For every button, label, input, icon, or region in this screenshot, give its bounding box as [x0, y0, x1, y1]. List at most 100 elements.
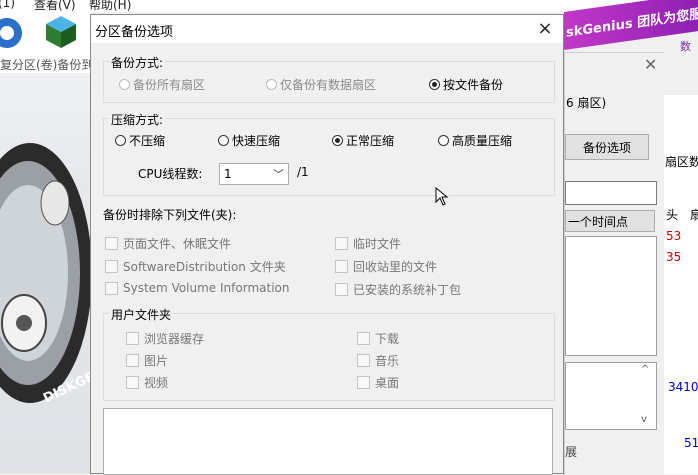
radio-no-compression[interactable]: 不压缩	[115, 132, 165, 149]
table-cell: 53	[666, 229, 682, 243]
radio-dot	[438, 135, 449, 146]
radio-label: 快速压缩	[232, 134, 281, 148]
checkbox-temp-files[interactable]: 临时文件	[335, 235, 401, 252]
checkbox-label: 音乐	[375, 354, 400, 368]
checkbox-label: 图片	[144, 354, 169, 368]
checkbox-label: SoftwareDistribution 文件夹	[123, 260, 286, 274]
checkbox-box	[357, 376, 370, 389]
radio-label: 高质量压缩	[452, 134, 513, 148]
disk-graphic-panel: DISKGENIUS	[0, 73, 129, 474]
checkbox-label: 视频	[144, 376, 169, 390]
radio-backup-all-sectors[interactable]: 备份所有扇区	[119, 76, 205, 93]
checkbox-box	[126, 354, 139, 367]
compression-group	[103, 118, 555, 196]
menu-item-help[interactable]: 帮助(H)	[89, 0, 131, 13]
cpu-threads-max: /1	[297, 165, 309, 179]
checkbox-software-distribution[interactable]: SoftwareDistribution 文件夹	[105, 258, 286, 275]
radio-dot	[115, 135, 126, 146]
checkbox-videos[interactable]: 视频	[126, 374, 168, 391]
checkbox-label: System Volume Information	[123, 281, 290, 295]
dialog-title: 分区备份选项	[95, 25, 174, 40]
backup-icon[interactable]	[44, 14, 78, 50]
checkbox-label: 临时文件	[353, 237, 402, 251]
checkbox-label: 桌面	[375, 376, 400, 390]
radio-label: 仅备份有数据扇区	[280, 78, 377, 92]
scroll-up-icon[interactable]: ^	[641, 364, 649, 375]
checkbox-label: 回收站里的文件	[353, 260, 438, 274]
cpu-threads-label: CPU线程数:	[138, 167, 203, 181]
checkbox-box	[105, 260, 118, 273]
checkbox-box	[105, 237, 118, 250]
radio-label: 按文件备份	[443, 78, 504, 92]
custom-exclude-textarea[interactable]	[103, 408, 553, 475]
radio-high-compression[interactable]: 高质量压缩	[438, 132, 512, 149]
checkbox-downloads[interactable]: 下载	[357, 330, 399, 347]
radio-dot	[119, 79, 130, 90]
radio-dot	[218, 135, 229, 146]
hard-disk-illustration	[0, 143, 90, 403]
radio-label: 正常压缩	[346, 134, 395, 148]
checkbox-box	[357, 354, 370, 367]
checkbox-label: 页面文件、休眠文件	[123, 237, 232, 251]
radio-label: 备份所有扇区	[133, 78, 206, 92]
checkbox-page-hibernate-files[interactable]: 页面文件、休眠文件	[105, 235, 231, 252]
radio-dot-selected	[332, 135, 343, 146]
radio-dot-selected	[429, 79, 440, 90]
radio-backup-by-file[interactable]: 按文件备份	[429, 76, 503, 93]
checkbox-recycle-bin[interactable]: 回收站里的文件	[335, 258, 437, 275]
checkbox-music[interactable]: 音乐	[357, 352, 399, 369]
radio-dot	[266, 79, 277, 90]
backup-options-button-label: 备份选项	[582, 140, 631, 155]
checkbox-system-volume-information[interactable]: System Volume Information	[105, 281, 289, 295]
sector-count-header: 扇区数	[665, 155, 698, 169]
checkbox-box	[335, 283, 348, 296]
path-input[interactable]	[565, 181, 657, 205]
cpu-threads-value: 1	[224, 167, 232, 181]
checkbox-browser-cache[interactable]: 浏览器缓存	[126, 330, 204, 347]
checkbox-label: 下载	[375, 332, 400, 346]
checkbox-label: 浏览器缓存	[144, 332, 205, 346]
user-folders-group	[103, 313, 555, 401]
checkbox-box	[335, 237, 348, 250]
column-header-head: 头	[666, 208, 679, 222]
checkbox-box	[126, 376, 139, 389]
toolbar	[0, 12, 90, 56]
checkbox-box	[335, 260, 348, 273]
scroll-down-icon[interactable]: v	[641, 414, 647, 425]
checkbox-desktop[interactable]: 桌面	[357, 374, 399, 391]
close-icon[interactable]: ✕	[644, 55, 657, 74]
menu-item-file[interactable]: (1)	[0, 0, 15, 10]
table-cell: 512	[684, 436, 698, 450]
restore-icon[interactable]	[0, 16, 24, 50]
backup-list[interactable]	[565, 236, 657, 356]
checkbox-label: 已安装的系统补丁包	[353, 283, 462, 297]
table-cell: 35	[666, 250, 682, 264]
user-folders-label: 用户文件夹	[109, 306, 174, 323]
time-point-button[interactable]: 一个时间点	[565, 210, 655, 232]
partition-table-edge	[663, 95, 698, 474]
backup-options-button[interactable]: 备份选项	[565, 134, 649, 160]
radio-normal-compression[interactable]: 正常压缩	[332, 132, 394, 149]
mouse-cursor-icon	[435, 187, 449, 206]
checkbox-installed-patches[interactable]: 已安装的系统补丁包	[335, 281, 461, 298]
close-icon: ×	[537, 18, 553, 39]
radio-fast-compression[interactable]: 快速压缩	[218, 132, 280, 149]
checkbox-box	[105, 281, 118, 295]
radio-backup-data-sectors[interactable]: 仅备份有数据扇区	[266, 76, 376, 93]
checkbox-pictures[interactable]: 图片	[126, 352, 168, 369]
note-text: 展	[565, 445, 578, 459]
column-header-sector: 扇	[690, 208, 698, 222]
time-point-button-label: 一个时间点	[568, 214, 629, 229]
backup-mode-label: 备份方式:	[109, 54, 166, 71]
partition-header: 复分区(卷)备份到镜	[0, 55, 105, 74]
promo-banner-tail: 数	[680, 40, 691, 53]
checkbox-box	[126, 332, 139, 345]
table-cell: 3410	[668, 380, 698, 394]
radio-label: 不压缩	[129, 134, 166, 148]
close-button[interactable]: ×	[533, 18, 557, 40]
checkbox-box	[357, 332, 370, 345]
chevron-down-icon: ﹀	[273, 168, 284, 181]
exclude-label: 备份时排除下列文件(夹):	[103, 208, 237, 222]
dialog-titlebar[interactable]: 分区备份选项 ×	[91, 15, 563, 43]
cpu-threads-select[interactable]: 1 ﹀	[219, 163, 289, 185]
